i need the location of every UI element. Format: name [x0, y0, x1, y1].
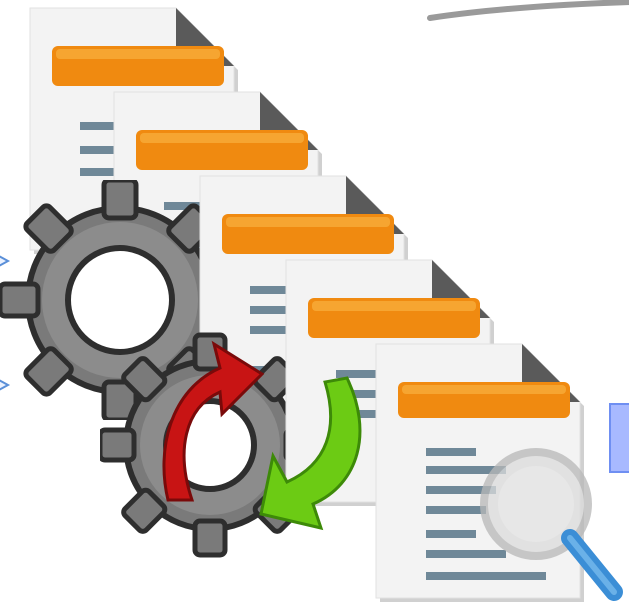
magnifier-icon	[480, 448, 623, 601]
decorative-swoosh	[427, 0, 629, 21]
process-arrow-icon	[259, 376, 362, 531]
process-arrow-icon	[162, 340, 265, 502]
document-processing-illustration	[0, 0, 629, 610]
